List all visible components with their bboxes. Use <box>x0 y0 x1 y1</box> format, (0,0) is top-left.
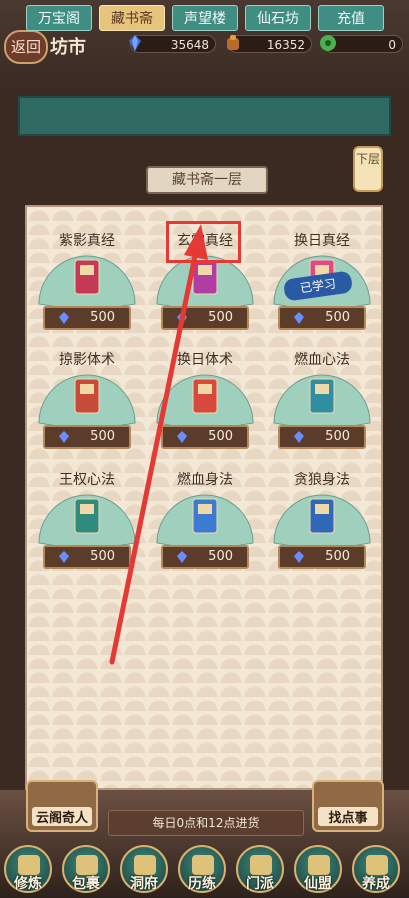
tab-wanbaoge[interactable]: 万宝阁 <box>26 5 92 31</box>
shop-tabs <box>18 96 391 136</box>
nav-bag[interactable]: 包裹 <box>62 845 110 893</box>
cave-icon <box>134 855 156 875</box>
resource-crystal: 35648 <box>129 35 216 53</box>
npc-right-label: 找点事 <box>318 807 378 826</box>
resource-jade-value: 0 <box>388 38 396 52</box>
next-floor-label: 下层 <box>355 152 380 166</box>
nav-cave[interactable]: 洞府 <box>120 845 168 893</box>
tab-xianshifang[interactable]: 仙石坊 <box>245 5 311 31</box>
bag-icon <box>76 855 98 875</box>
price-plate[interactable]: 500 <box>161 306 249 330</box>
price-plate[interactable]: 500 <box>278 306 366 330</box>
nav-cultivate[interactable]: 修炼 <box>4 845 52 893</box>
back-button[interactable]: 返回 <box>4 30 48 64</box>
nav-label: 仙盟 <box>304 876 332 892</box>
highlight-box <box>166 221 241 263</box>
price-plate[interactable]: 500 <box>278 545 366 569</box>
book-card[interactable] <box>268 363 376 431</box>
resource-jade: 0 <box>320 35 403 53</box>
restock-note: 每日0点和12点进货 <box>108 810 304 836</box>
crystal-icon <box>294 431 304 443</box>
crystal-icon <box>59 312 69 324</box>
nav-label: 养成 <box>362 876 390 892</box>
crystal-icon <box>177 551 187 563</box>
price-value: 500 <box>208 429 233 444</box>
crystal-icon <box>59 431 69 443</box>
growth-icon <box>366 855 388 875</box>
crystal-icon <box>177 431 187 443</box>
price-value: 500 <box>90 549 115 564</box>
resource-crystal-value: 35648 <box>170 38 209 52</box>
sect-icon <box>250 855 272 875</box>
nav-alliance[interactable]: 仙盟 <box>294 845 342 893</box>
next-floor-button[interactable]: 下层 <box>353 146 383 192</box>
resource-bag-value: 16352 <box>266 38 305 52</box>
book-card[interactable] <box>33 483 141 551</box>
crystal-icon <box>129 35 141 51</box>
price-plate[interactable]: 500 <box>43 545 131 569</box>
price-value: 500 <box>208 549 233 564</box>
book-card[interactable] <box>151 363 259 431</box>
nav-trial[interactable]: 历练 <box>178 845 226 893</box>
jade-coin-icon <box>320 35 336 51</box>
nav-growth[interactable]: 养成 <box>352 845 400 893</box>
price-plate[interactable]: 500 <box>278 425 366 449</box>
tab-shengwanglou[interactable]: 声望楼 <box>172 5 238 31</box>
crystal-icon <box>294 312 304 324</box>
page-title: 坊市 <box>50 37 86 58</box>
scroll-icon <box>192 855 214 875</box>
price-value: 500 <box>325 549 350 564</box>
floor-title: 藏书斋一层 <box>146 166 268 194</box>
price-value: 500 <box>90 310 115 325</box>
book-card[interactable] <box>151 483 259 551</box>
crystal-icon <box>59 551 69 563</box>
treasure-bag-icon <box>227 35 239 50</box>
npc-yunge-button[interactable]: 云阁奇人 <box>26 780 98 832</box>
resource-bag: 16352 <box>227 35 312 53</box>
cultivate-icon <box>18 855 40 875</box>
nav-label: 修炼 <box>14 876 42 892</box>
npc-left-label: 云阁奇人 <box>32 807 92 826</box>
npc-zhaodianshi-button[interactable]: 找点事 <box>312 780 384 832</box>
price-value: 500 <box>325 310 350 325</box>
price-value: 500 <box>325 429 350 444</box>
nav-label: 门派 <box>246 876 274 892</box>
book-card[interactable] <box>268 483 376 551</box>
alliance-icon <box>308 855 330 875</box>
price-value: 500 <box>208 310 233 325</box>
price-plate[interactable]: 500 <box>161 545 249 569</box>
nav-label: 历练 <box>188 876 216 892</box>
nav-sect[interactable]: 门派 <box>236 845 284 893</box>
price-plate[interactable]: 500 <box>161 425 249 449</box>
crystal-icon <box>294 551 304 563</box>
price-value: 500 <box>90 429 115 444</box>
price-plate[interactable]: 500 <box>43 425 131 449</box>
crystal-icon <box>177 312 187 324</box>
book-card[interactable] <box>33 244 141 312</box>
nav-label: 洞府 <box>130 876 158 892</box>
price-plate[interactable]: 500 <box>43 306 131 330</box>
nav-label: 包裹 <box>72 876 100 892</box>
tab-recharge[interactable]: 充值 <box>318 5 384 31</box>
tab-cangshuzhai[interactable]: 藏书斋 <box>99 5 165 31</box>
book-card[interactable] <box>33 363 141 431</box>
